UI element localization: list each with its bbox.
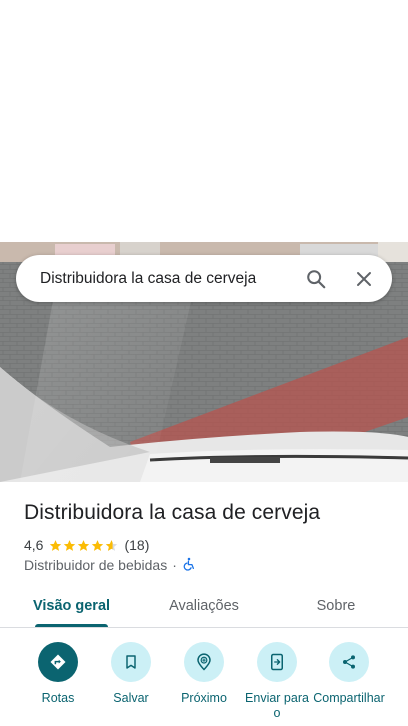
tab-reviews[interactable]: Avaliações (158, 584, 250, 627)
place-category: Distribuidor de bebidas (24, 557, 168, 573)
rating-row[interactable]: 4,6 (18) (24, 536, 149, 554)
place-page: Distribuidora la casa de cerveja Distrib… (0, 0, 408, 726)
rating-value: 4,6 (24, 537, 44, 553)
rating-stars (49, 539, 119, 552)
bookmark-icon (111, 642, 151, 682)
star-icon (92, 539, 104, 551)
wheelchair-accessible-icon (182, 557, 196, 574)
category-row: Distribuidor de bebidas · (24, 556, 196, 574)
save-button[interactable]: Salvar (94, 642, 168, 706)
active-tab-indicator (35, 624, 108, 627)
directions-icon (38, 642, 78, 682)
tab-about[interactable]: Sobre (303, 584, 369, 627)
share-icon (329, 642, 369, 682)
star-icon (78, 539, 90, 551)
save-label: Salvar (113, 691, 149, 705)
star-half-icon (106, 539, 118, 551)
close-icon[interactable] (340, 255, 388, 302)
directions-label: Rotas (41, 691, 75, 705)
share-button[interactable]: Compartilhar (312, 642, 386, 706)
send-to-phone-button[interactable]: Enviar para o (240, 642, 314, 721)
search-bar[interactable]: Distribuidora la casa de cerveja (16, 255, 392, 302)
nearby-icon (184, 642, 224, 682)
review-count: (18) (124, 537, 150, 553)
search-icon[interactable] (292, 255, 340, 302)
share-label: Compartilhar (313, 691, 385, 705)
place-title: Distribuidora la casa de cerveja (24, 501, 321, 524)
star-icon (64, 539, 76, 551)
tab-overview[interactable]: Visão geral (27, 584, 116, 627)
nearby-button[interactable]: Próximo (167, 642, 241, 706)
place-tabs: Visão geral Avaliações Sobre (0, 584, 408, 628)
directions-button[interactable]: Rotas (21, 642, 95, 706)
send-to-phone-icon (257, 642, 297, 682)
separator-dot: · (172, 557, 177, 573)
star-icon (50, 539, 62, 551)
send-to-phone-label: Enviar para o (245, 691, 309, 720)
search-input[interactable]: Distribuidora la casa de cerveja (40, 270, 292, 288)
nearby-label: Próximo (181, 691, 227, 705)
